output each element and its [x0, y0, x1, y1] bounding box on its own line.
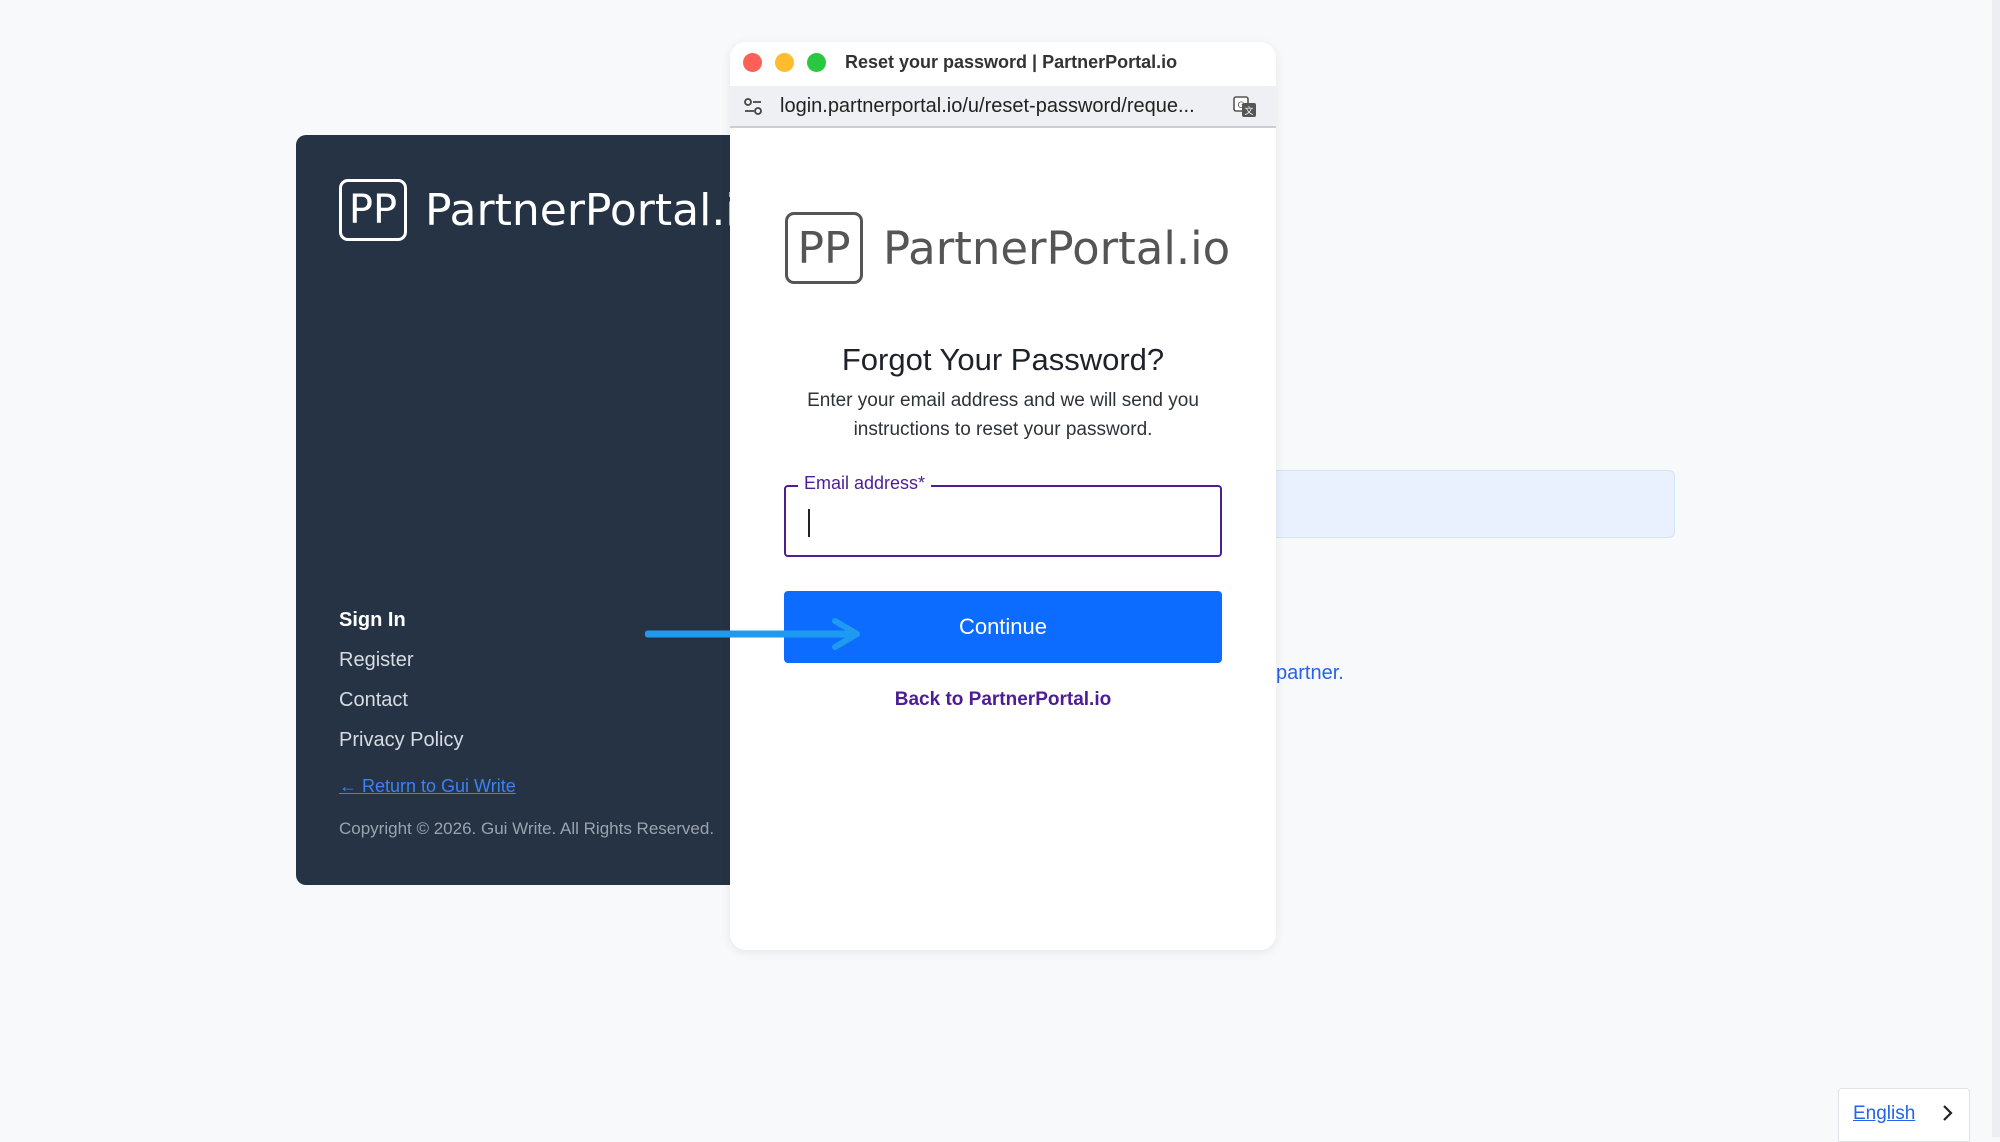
nav-sign-in[interactable]: Sign In	[339, 600, 463, 640]
language-selector[interactable]: English	[1838, 1088, 1970, 1142]
back-to-site-link[interactable]: Back to PartnerPortal.io	[730, 689, 1276, 711]
maximize-window-button[interactable]	[807, 53, 826, 72]
svg-text:文: 文	[1244, 105, 1253, 117]
close-window-button[interactable]	[743, 53, 762, 72]
nav-register[interactable]: Register	[339, 640, 463, 680]
page-title: Forgot Your Password?	[841, 342, 1165, 377]
background-nav: Sign In Register Contact Privacy Policy	[339, 600, 463, 760]
url-text[interactable]: login.partnerportal.io/u/reset-password/…	[780, 95, 1195, 118]
logo-mark: PP	[785, 212, 863, 284]
text-caret	[808, 509, 810, 537]
translate-icon[interactable]: G 文	[1232, 94, 1258, 120]
logo-text: PartnerPortal.io	[883, 221, 1231, 275]
logo-text: PartnerPortal.io	[425, 184, 765, 236]
window-titlebar: Reset your password | PartnerPortal.io	[730, 42, 1276, 86]
minimize-window-button[interactable]	[775, 53, 794, 72]
svg-text:G: G	[1238, 101, 1245, 111]
reset-password-window: Reset your password | PartnerPortal.io l…	[730, 42, 1276, 950]
return-link[interactable]: ← Return to Gui Write	[339, 776, 516, 797]
background-sidebar: PP PartnerPortal.io Sign In Register Con…	[296, 135, 764, 885]
background-partner-link[interactable]: partner.	[1276, 662, 1344, 685]
background-logo: PP PartnerPortal.io	[339, 179, 764, 241]
instructions-text: Enter your email address and we will sen…	[807, 390, 1199, 440]
arrow-right-icon	[645, 618, 860, 650]
language-label[interactable]: English	[1853, 1103, 1915, 1125]
email-field[interactable]: Email address*	[784, 473, 1222, 557]
nav-privacy-policy[interactable]: Privacy Policy	[339, 720, 463, 760]
nav-contact[interactable]: Contact	[339, 680, 463, 720]
logo-mark: PP	[339, 179, 407, 241]
background-input-field[interactable]	[1255, 470, 1675, 538]
address-bar[interactable]: login.partnerportal.io/u/reset-password/…	[730, 86, 1276, 128]
chevron-right-icon	[1943, 1105, 1953, 1121]
tune-icon[interactable]	[742, 96, 764, 118]
email-field-label: Email address*	[798, 473, 932, 494]
scrollbar-track[interactable]	[1992, 0, 2000, 1137]
window-title: Reset your password | PartnerPortal.io	[845, 52, 1178, 72]
email-input[interactable]	[804, 507, 1188, 539]
copyright-text: Copyright © 2026. Gui Write. All Rights …	[339, 819, 715, 838]
partnerportal-logo: PP PartnerPortal.io	[785, 212, 1230, 284]
